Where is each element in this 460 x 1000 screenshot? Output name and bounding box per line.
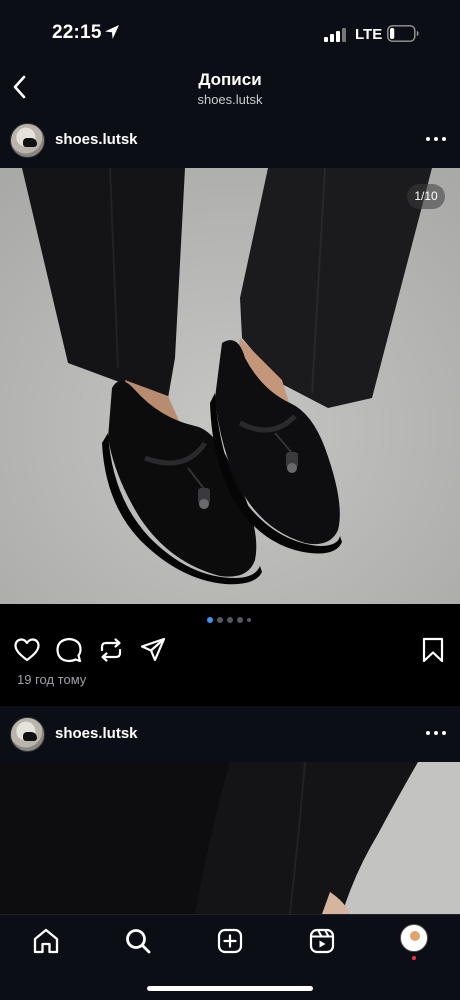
post-username[interactable]: shoes.lutsk (55, 725, 138, 742)
carousel-dot (207, 617, 213, 623)
post-header: shoes.lutsk (0, 112, 460, 168)
signal-icon (324, 28, 346, 42)
post-photo[interactable] (0, 762, 460, 914)
comment-icon[interactable] (55, 636, 83, 664)
post-timestamp: 19 год тому (17, 672, 87, 687)
post-photo-image (0, 168, 460, 604)
avatar[interactable] (10, 717, 45, 752)
repost-icon[interactable] (97, 636, 125, 664)
avatar[interactable] (10, 123, 45, 158)
tab-bar (0, 914, 460, 1000)
search-icon[interactable] (124, 927, 152, 955)
nav-header: Дописи shoes.lutsk (0, 62, 460, 112)
notification-dot (412, 956, 416, 960)
location-arrow-icon (105, 25, 119, 39)
network-label: LTE (355, 26, 383, 43)
page-title: Дописи (198, 70, 262, 89)
page-subtitle[interactable]: shoes.lutsk (0, 92, 460, 107)
reels-icon[interactable] (308, 927, 336, 955)
post-username[interactable]: shoes.lutsk (55, 131, 138, 148)
status-time: 22:15 (52, 22, 102, 43)
carousel-dots (0, 617, 460, 623)
carousel-dot (227, 617, 233, 623)
status-bar: 22:15 LTE (0, 0, 460, 62)
battery-icon (387, 25, 419, 42)
more-icon[interactable] (426, 137, 446, 143)
post-header: shoes.lutsk (0, 706, 460, 762)
profile-avatar[interactable] (400, 924, 428, 952)
home-indicator (147, 986, 313, 991)
share-icon[interactable] (139, 636, 167, 664)
post-photo-image (0, 762, 460, 914)
post-actions (0, 630, 460, 670)
bookmark-icon[interactable] (419, 636, 447, 664)
photo-counter: 1/10 (407, 184, 445, 209)
post-photo[interactable]: 1/10 (0, 168, 460, 604)
home-icon[interactable] (32, 927, 60, 955)
carousel-dot (247, 618, 251, 622)
heart-icon[interactable] (13, 636, 41, 664)
create-icon[interactable] (216, 927, 244, 955)
more-icon[interactable] (426, 731, 446, 737)
carousel-dot (237, 617, 243, 623)
carousel-dot (217, 617, 223, 623)
